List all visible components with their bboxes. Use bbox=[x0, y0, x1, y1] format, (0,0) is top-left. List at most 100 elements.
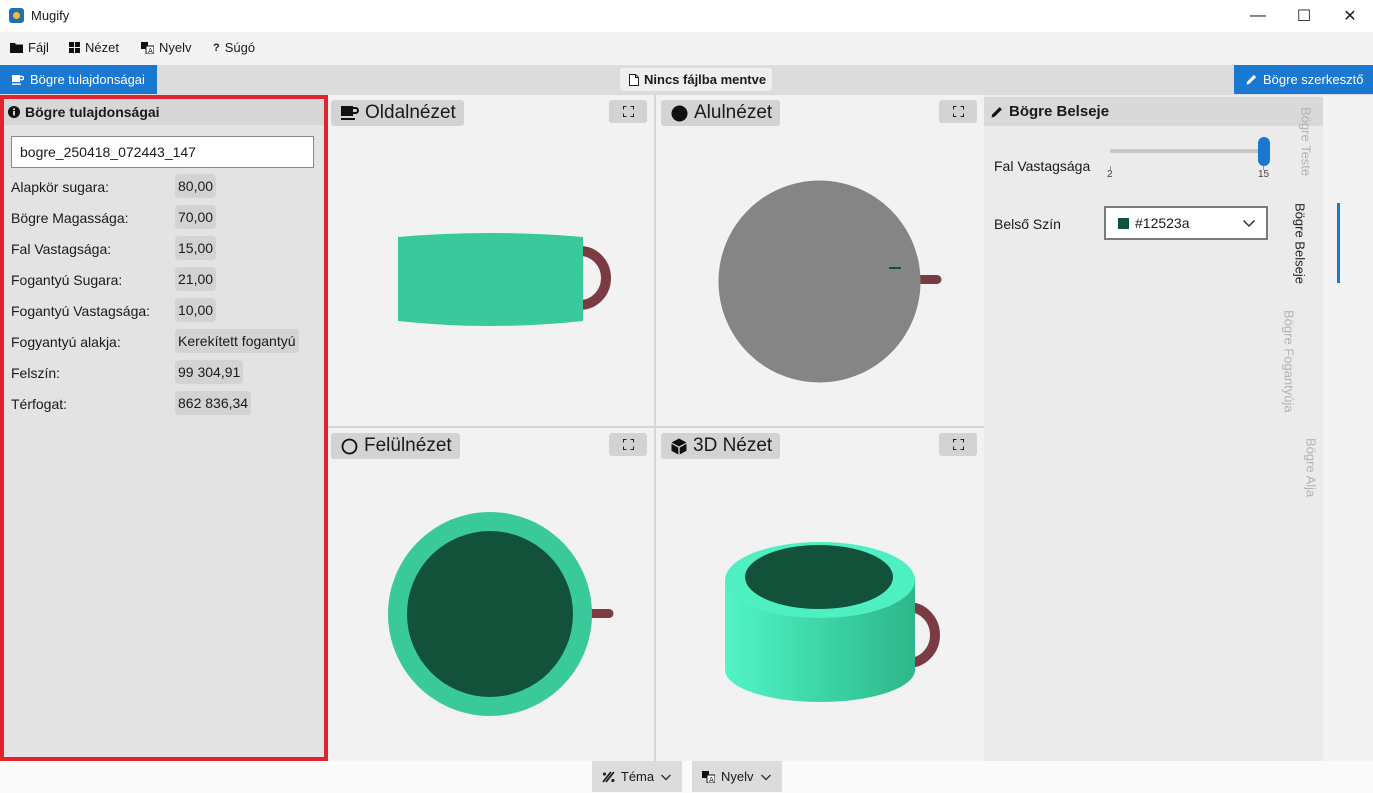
mug-interior-shape bbox=[407, 531, 573, 697]
menu-file-label: Fájl bbox=[28, 40, 49, 55]
viewport-3d-maximize-button[interactable] bbox=[939, 433, 977, 456]
folder-icon bbox=[10, 43, 23, 53]
interior-header-label: Bögre Belseje bbox=[1009, 103, 1110, 120]
theme-dropdown[interactable]: Téma bbox=[592, 761, 682, 792]
tab-mug-properties[interactable]: Bögre tulajdonságai bbox=[0, 65, 157, 94]
mug-body-shape bbox=[398, 233, 583, 326]
prop-volume-value: 862 836,34 bbox=[175, 391, 252, 415]
theme-label: Téma bbox=[620, 769, 655, 784]
tab-mug-editor[interactable]: Bögre szerkesztő bbox=[1234, 65, 1373, 94]
prop-base-radius-value: 80,00 bbox=[175, 174, 217, 198]
vertical-tab-bar bbox=[1323, 95, 1373, 761]
prop-height-value: 70,00 bbox=[175, 205, 217, 229]
viewport-side-label: Oldalnézet bbox=[365, 102, 456, 123]
vtab-active-indicator bbox=[1337, 203, 1340, 283]
vtab-mug-body[interactable]: Bögre Teste bbox=[1298, 107, 1313, 176]
3d-view-render[interactable] bbox=[715, 530, 950, 710]
fullscreen-icon bbox=[952, 439, 964, 450]
prop-surface-value: 99 304,91 bbox=[175, 360, 244, 384]
close-button[interactable]: ✕ bbox=[1327, 0, 1373, 32]
color-swatch bbox=[1118, 217, 1129, 229]
file-status-badge: Nincs fájlba mentve bbox=[620, 68, 772, 91]
prop-handle-radius-value: 21,00 bbox=[175, 267, 217, 291]
properties-header: Bögre tulajdonságai bbox=[4, 99, 324, 125]
handle-shape bbox=[579, 246, 611, 310]
inner-artifact-shape bbox=[889, 267, 901, 269]
cube-icon bbox=[671, 438, 687, 454]
menu-view-label: Nézet bbox=[85, 40, 119, 55]
chevron-down-icon bbox=[760, 774, 771, 780]
prop-handle-thickness-value: 10,00 bbox=[175, 298, 217, 322]
app-logo-icon bbox=[9, 8, 24, 23]
pencil-icon bbox=[991, 106, 1002, 117]
top-view-render[interactable] bbox=[385, 508, 620, 720]
window-title: Mugify bbox=[31, 8, 70, 23]
language-label: Nyelv bbox=[721, 769, 754, 784]
prop-handle-shape-label: Fogyantyú alakja: bbox=[11, 334, 121, 350]
fullscreen-icon bbox=[622, 106, 634, 117]
vtab-mug-bottom[interactable]: Bögre Alja bbox=[1303, 438, 1318, 497]
menu-help-label: Súgó bbox=[224, 40, 256, 55]
prop-handle-shape-value: Kerekített fogantyú bbox=[175, 329, 299, 353]
viewport-divider-vertical[interactable] bbox=[654, 95, 656, 761]
viewport-bottom-maximize-button[interactable] bbox=[939, 100, 977, 123]
interior-color-label: Belső Szín bbox=[994, 216, 1061, 232]
interior-panel bbox=[984, 95, 1323, 761]
translate-icon: A bbox=[141, 41, 154, 54]
prop-handle-thickness-label: Fogantyú Vastagsága: bbox=[11, 303, 151, 319]
mug-name-field[interactable]: bogre_250418_072443_147 bbox=[11, 136, 314, 168]
viewport-top-maximize-button[interactable] bbox=[609, 433, 647, 456]
vtab-mug-interior[interactable]: Bögre Belseje bbox=[1293, 203, 1308, 284]
mug-icon bbox=[12, 74, 24, 85]
prop-volume-label: Térfogat: bbox=[11, 396, 68, 412]
minimize-button[interactable]: — bbox=[1235, 0, 1281, 32]
interior-color-select[interactable]: #12523a bbox=[1104, 206, 1268, 240]
menu-language-label: Nyelv bbox=[159, 40, 192, 55]
grid-icon bbox=[69, 42, 80, 53]
status-bar bbox=[0, 761, 1373, 793]
hollow-circle-icon bbox=[341, 438, 358, 454]
viewport-top-label: Felülnézet bbox=[364, 435, 452, 456]
document-icon bbox=[629, 73, 639, 86]
tab-mug-editor-label: Bögre szerkesztő bbox=[1263, 72, 1364, 87]
theme-brush-icon bbox=[602, 770, 615, 783]
prop-surface-label: Felszín: bbox=[11, 365, 61, 381]
chevron-down-icon bbox=[1242, 219, 1256, 228]
prop-handle-radius-label: Fogantyú Sugara: bbox=[11, 272, 123, 288]
prop-height-label: Bögre Magassága: bbox=[11, 210, 129, 226]
viewport-divider-horizontal[interactable] bbox=[328, 426, 984, 428]
translate-icon: A bbox=[702, 770, 715, 783]
title-bar bbox=[0, 0, 1373, 32]
side-view-render[interactable] bbox=[390, 225, 620, 335]
fullscreen-icon bbox=[952, 106, 964, 117]
viewport-top-title: Felülnézet bbox=[331, 433, 460, 459]
language-dropdown[interactable]: A Nyelv bbox=[692, 761, 782, 792]
svg-text:A: A bbox=[709, 776, 714, 783]
maximize-button[interactable]: ☐ bbox=[1281, 0, 1327, 32]
interior-color-value: #12523a bbox=[1135, 215, 1190, 231]
viewport-bottom-label: Alulnézet bbox=[694, 102, 773, 123]
prop-wall-value: 15,00 bbox=[175, 236, 217, 260]
prop-base-radius-label: Alapkör sugara: bbox=[11, 179, 110, 195]
viewport-side-title: Oldalnézet bbox=[331, 100, 464, 126]
viewport-side-maximize-button[interactable] bbox=[609, 100, 647, 123]
prop-wall-label: Fal Vastagsága: bbox=[11, 241, 112, 257]
wall-thickness-label: Fal Vastagsága bbox=[994, 158, 1091, 174]
menu-view[interactable]: Nézet bbox=[69, 40, 119, 55]
info-icon bbox=[8, 106, 20, 118]
wall-thickness-slider-track[interactable] bbox=[1110, 149, 1268, 153]
menu-language[interactable]: A Nyelv bbox=[141, 40, 192, 55]
mug-icon bbox=[341, 105, 359, 120]
question-icon: ? bbox=[213, 41, 220, 54]
bottom-view-render[interactable] bbox=[715, 178, 950, 388]
menu-bar bbox=[0, 32, 1373, 65]
pencil-icon bbox=[1246, 74, 1257, 85]
viewport-3d-title: 3D Nézet bbox=[661, 433, 781, 459]
wall-thickness-slider-thumb[interactable] bbox=[1258, 137, 1270, 166]
svg-text:A: A bbox=[148, 47, 153, 54]
viewport-bottom-title: Alulnézet bbox=[661, 100, 781, 126]
menu-file[interactable]: Fájl bbox=[10, 40, 49, 55]
vtab-mug-handle[interactable]: Bögre Fogantyúja bbox=[1282, 310, 1297, 413]
slider-max-label: 15 bbox=[1258, 169, 1270, 180]
menu-help[interactable]: ? Súgó bbox=[213, 40, 255, 55]
